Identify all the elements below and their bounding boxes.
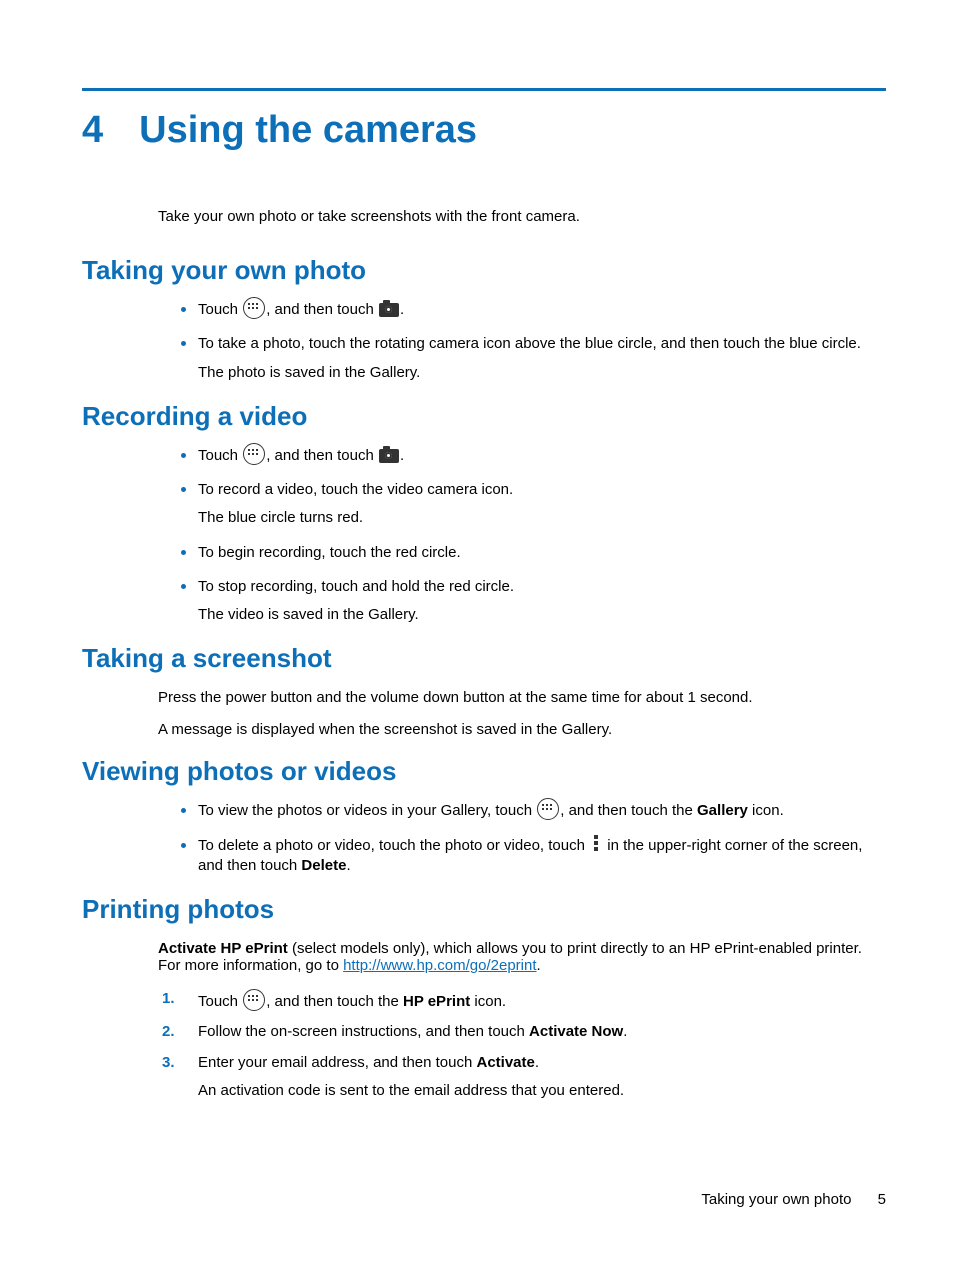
paragraph: Activate HP ePrint (select models only),… [158, 940, 886, 974]
text: Enter your email address, and then touch [198, 1054, 477, 1071]
text: Touch [198, 447, 242, 464]
all-apps-icon [243, 297, 265, 319]
text: To delete a photo or video, touch the ph… [198, 837, 589, 854]
bold-text: Gallery [697, 802, 748, 819]
section-heading-viewing: Viewing photos or videos [82, 756, 886, 787]
text: . [623, 1023, 627, 1040]
bold-text: Activate Now [529, 1023, 623, 1040]
text: . [400, 301, 404, 318]
text: icon. [470, 993, 506, 1010]
list-taking-photo: Touch , and then touch . To take a photo… [158, 296, 886, 383]
page: 4 Using the cameras Take your own photo … [0, 0, 954, 1270]
bold-text: Delete [301, 857, 346, 874]
text: , and then touch [266, 447, 378, 464]
chapter-heading: 4 Using the cameras [82, 109, 886, 152]
list-item: Touch , and then touch the HP ePrint ico… [198, 989, 886, 1012]
text: Follow the on-screen instructions, and t… [198, 1023, 529, 1040]
text: The photo is saved in the Gallery. [198, 363, 886, 383]
list-item: To begin recording, touch the red circle… [198, 539, 886, 563]
eprint-link[interactable]: http://www.hp.com/go/2eprint [343, 957, 536, 974]
section-heading-screenshot: Taking a screenshot [82, 643, 886, 674]
text: Touch [198, 993, 242, 1010]
text: icon. [748, 802, 784, 819]
text: . [537, 957, 541, 974]
footer-section: Taking your own photo [701, 1191, 851, 1208]
all-apps-icon [243, 989, 265, 1011]
bold-text: HP ePrint [403, 993, 470, 1010]
text: To take a photo, touch the rotating came… [198, 335, 861, 352]
list-item: To delete a photo or video, touch the ph… [198, 832, 886, 877]
list-printing-steps: Touch , and then touch the HP ePrint ico… [158, 989, 886, 1101]
text: The blue circle turns red. [198, 508, 886, 528]
list-item: To view the photos or videos in your Gal… [198, 797, 886, 821]
chapter-title: Using the cameras [139, 109, 477, 152]
list-recording-video: Touch , and then touch . To record a vid… [158, 442, 886, 626]
list-item: Enter your email address, and then touch… [198, 1053, 886, 1102]
text: , and then touch the [560, 802, 697, 819]
chapter-number: 4 [82, 109, 103, 152]
text: . [400, 447, 404, 464]
paragraph: Press the power button and the volume do… [158, 689, 886, 706]
text: . [346, 857, 350, 874]
page-footer: Taking your own photo 5 [701, 1191, 886, 1208]
text: , and then touch [266, 301, 378, 318]
list-item: To take a photo, touch the rotating came… [198, 330, 886, 383]
section-heading-taking-photo: Taking your own photo [82, 255, 886, 286]
list-item: To stop recording, touch and hold the re… [198, 573, 886, 626]
bold-text: Activate HP ePrint [158, 940, 288, 957]
text: Touch [198, 301, 242, 318]
text: To record a video, touch the video camer… [198, 481, 513, 498]
list-item: To record a video, touch the video camer… [198, 476, 886, 529]
list-viewing: To view the photos or videos in your Gal… [158, 797, 886, 876]
list-item: Follow the on-screen instructions, and t… [198, 1022, 886, 1042]
all-apps-icon [537, 798, 559, 820]
camera-icon [379, 303, 399, 317]
text: To view the photos or videos in your Gal… [198, 802, 536, 819]
all-apps-icon [243, 443, 265, 465]
intro-paragraph: Take your own photo or take screenshots … [158, 208, 886, 225]
camera-icon [379, 449, 399, 463]
text: The video is saved in the Gallery. [198, 605, 886, 625]
paragraph: A message is displayed when the screensh… [158, 721, 886, 738]
overflow-menu-icon [594, 835, 598, 853]
text: To stop recording, touch and hold the re… [198, 578, 514, 595]
top-rule [82, 88, 886, 91]
text: . [535, 1054, 539, 1071]
list-item: Touch , and then touch . [198, 296, 886, 320]
bold-text: Activate [477, 1054, 535, 1071]
section-heading-recording-video: Recording a video [82, 401, 886, 432]
list-item: Touch , and then touch . [198, 442, 886, 466]
text: , and then touch the [266, 993, 403, 1010]
section-heading-printing: Printing photos [82, 894, 886, 925]
text: An activation code is sent to the email … [198, 1081, 886, 1101]
page-number: 5 [878, 1191, 886, 1208]
